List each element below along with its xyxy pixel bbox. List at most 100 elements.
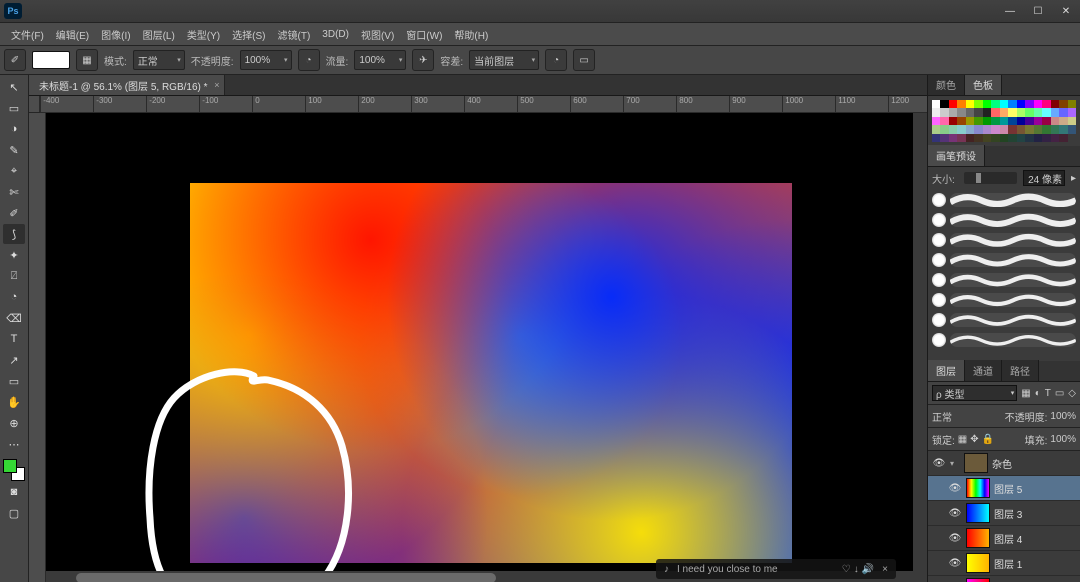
swatch[interactable]	[1059, 100, 1067, 108]
swatch[interactable]	[1008, 108, 1016, 116]
swatch[interactable]	[940, 108, 948, 116]
swatch[interactable]	[957, 108, 965, 116]
tolerance-dropdown[interactable]: 当前图层	[469, 50, 539, 70]
layer-opacity-value[interactable]: 100%	[1050, 411, 1076, 422]
swatch[interactable]	[932, 117, 940, 125]
layer-item[interactable]: 👁 图层 4	[928, 526, 1080, 551]
swatch[interactable]	[932, 108, 940, 116]
swatch[interactable]	[1017, 117, 1025, 125]
tab-layers[interactable]: 图层	[928, 360, 965, 381]
swatch[interactable]	[957, 117, 965, 125]
swatch[interactable]	[940, 117, 948, 125]
swatch[interactable]	[1051, 100, 1059, 108]
menu-3D[interactable]: 3D(D)	[317, 27, 354, 42]
fg-bg-swatches[interactable]	[3, 459, 25, 481]
swatch[interactable]	[983, 117, 991, 125]
swatch[interactable]	[1017, 108, 1025, 116]
swatch[interactable]	[974, 108, 982, 116]
swatch[interactable]	[1017, 134, 1025, 142]
swatch[interactable]	[991, 117, 999, 125]
tab-brush-presets[interactable]: 画笔预设	[928, 145, 985, 166]
swatch[interactable]	[1025, 117, 1033, 125]
swatch[interactable]	[1051, 117, 1059, 125]
tool-14[interactable]: ▭	[3, 371, 25, 391]
swatch[interactable]	[1059, 108, 1067, 116]
visibility-icon[interactable]: 👁	[948, 556, 962, 570]
scrollbar-vertical[interactable]	[913, 113, 927, 571]
brush-panel-toggle-icon[interactable]: ▦	[76, 49, 98, 71]
swatch[interactable]	[1051, 108, 1059, 116]
layer-name[interactable]: 图层 1	[994, 556, 1022, 571]
tool-6[interactable]: ✐	[3, 203, 25, 223]
swatch[interactable]	[1025, 108, 1033, 116]
menu-文件[interactable]: 文件(F)	[6, 25, 49, 44]
layer-folder[interactable]: 👁▾杂色	[928, 451, 1080, 476]
tab-swatches[interactable]: 色板	[965, 75, 1002, 95]
brush-preset[interactable]	[932, 331, 1076, 349]
brush-preset[interactable]	[932, 311, 1076, 329]
swatch[interactable]	[966, 134, 974, 142]
layer-name[interactable]: 杂色	[992, 456, 1012, 471]
mode-dropdown[interactable]: 正常	[133, 50, 185, 70]
visibility-icon[interactable]: 👁	[932, 456, 946, 470]
pressure-size-icon[interactable]: ◔	[545, 49, 567, 71]
layer-name[interactable]: 图层 5	[994, 481, 1022, 496]
filter-adjust-icon[interactable]: ◐	[1035, 388, 1041, 399]
layer-name[interactable]: 图层 4	[994, 531, 1022, 546]
layer-item[interactable]: 👁 图层 3	[928, 501, 1080, 526]
swatch[interactable]	[1008, 134, 1016, 142]
visibility-icon[interactable]: 👁	[948, 531, 962, 545]
tool-2[interactable]: ◑	[3, 119, 25, 139]
layer-kind-dropdown[interactable]: ρ 类型	[932, 385, 1017, 401]
menu-窗口[interactable]: 窗口(W)	[401, 25, 447, 44]
swatch[interactable]	[1008, 100, 1016, 108]
tool-11[interactable]: ⌫	[3, 308, 25, 328]
minimize-button[interactable]: —	[996, 2, 1024, 20]
swatch[interactable]	[1008, 117, 1016, 125]
layer-thumb[interactable]	[966, 528, 990, 548]
brush-preset[interactable]	[932, 231, 1076, 249]
menu-选择[interactable]: 选择(S)	[227, 25, 270, 44]
tool-9[interactable]: ⍁	[3, 266, 25, 286]
music-close-icon[interactable]: ×	[882, 564, 888, 575]
menu-图层[interactable]: 图层(L)	[138, 25, 180, 44]
tab-channels[interactable]: 通道	[965, 360, 1002, 381]
swatch[interactable]	[1034, 100, 1042, 108]
lock-pixels-icon[interactable]: ▦	[958, 434, 967, 445]
tool-8[interactable]: ✦	[3, 245, 25, 265]
swatch[interactable]	[1042, 134, 1050, 142]
swatch[interactable]	[1068, 117, 1076, 125]
swatch[interactable]	[940, 100, 948, 108]
close-icon[interactable]: ×	[214, 80, 219, 90]
swatch[interactable]	[1059, 125, 1067, 133]
tool-12[interactable]: T	[3, 329, 25, 349]
filter-type-icon[interactable]: T	[1045, 388, 1051, 399]
swatch[interactable]	[974, 100, 982, 108]
swatch[interactable]	[1000, 100, 1008, 108]
swatch[interactable]	[1059, 134, 1067, 142]
swatch[interactable]	[983, 125, 991, 133]
ruler-horizontal[interactable]: -400-300-200-100010020030040050060070080…	[40, 96, 927, 113]
brush-preset[interactable]	[932, 251, 1076, 269]
swatch[interactable]	[1042, 108, 1050, 116]
visibility-icon[interactable]: 👁	[948, 506, 962, 520]
pressure-opacity-icon[interactable]: ◔	[298, 49, 320, 71]
swatch[interactable]	[957, 100, 965, 108]
swatch[interactable]	[1042, 117, 1050, 125]
layer-name[interactable]: 图层 3	[994, 506, 1022, 521]
layer-item[interactable]: 👁图层 2	[928, 576, 1080, 582]
swatch[interactable]	[1008, 125, 1016, 133]
brush-preset[interactable]	[932, 211, 1076, 229]
opacity-dropdown[interactable]: 100%	[240, 50, 292, 70]
swatch[interactable]	[974, 117, 982, 125]
swatch[interactable]	[957, 134, 965, 142]
visibility-icon[interactable]: 👁	[948, 481, 962, 495]
swatch[interactable]	[949, 100, 957, 108]
swatch[interactable]	[1059, 117, 1067, 125]
swatch[interactable]	[1025, 125, 1033, 133]
swatch[interactable]	[940, 134, 948, 142]
blend-mode-dropdown[interactable]: 正常	[932, 409, 976, 424]
menu-视图[interactable]: 视图(V)	[356, 25, 399, 44]
maximize-button[interactable]: ☐	[1024, 2, 1052, 20]
screen-mode-icon[interactable]: ▢	[3, 503, 25, 523]
